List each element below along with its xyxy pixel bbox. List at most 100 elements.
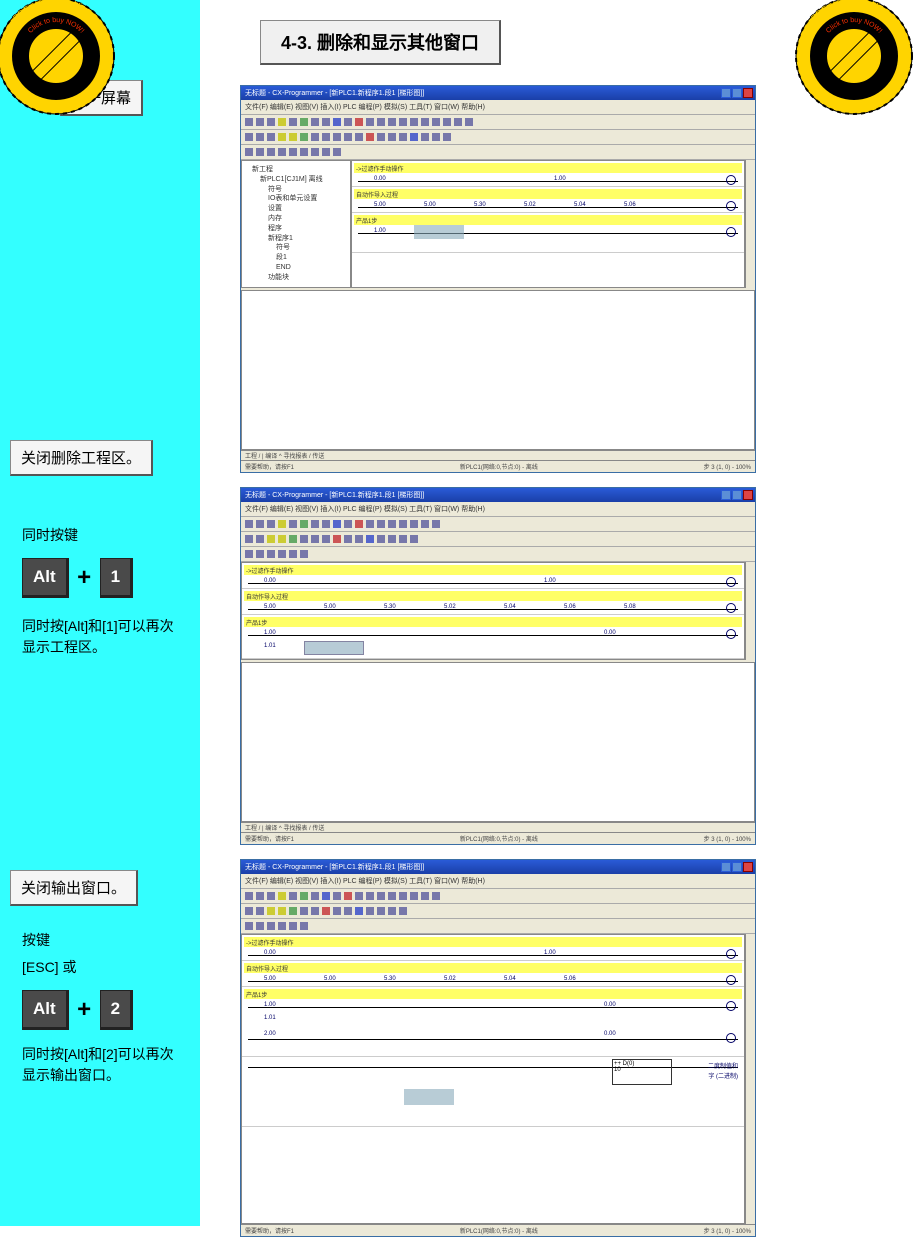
coil-icon xyxy=(726,1033,736,1043)
window-controls xyxy=(721,862,753,872)
selection xyxy=(404,1089,454,1105)
status-right: 步 3 (1, 0) - 100% xyxy=(704,1226,751,1235)
workarea: ->过滤作手动操作 0.00 1.00 自动作导入过程 5.00 5.00 5.… xyxy=(241,934,755,1224)
app-screenshot-3: 无标题 - CX-Programmer - [新PLC1.新程序1.段1 [梯形… xyxy=(240,859,756,1237)
statusbar: 需要帮助，请按F1 新PLC1(网络:0,节点:0) - 离线 步 3 (1, … xyxy=(241,832,755,844)
rung[interactable]: ->过滤作手动操作 0.00 1.00 xyxy=(242,563,744,589)
desc-1: 同时按[Alt]和[1]可以再次显示工程区。 xyxy=(22,616,182,658)
toolbar-2[interactable] xyxy=(241,532,755,547)
tree-item[interactable]: 段1 xyxy=(246,253,346,263)
tree-item[interactable]: 内存 xyxy=(246,214,346,224)
scrollbar-vertical[interactable] xyxy=(745,562,755,660)
main-content: 4-3. 删除和显示其他窗口 无标题 - CX-Programmer - [新P… xyxy=(200,0,920,1226)
statusbar: 需要帮助，请按F1 新PLC1(网络:0,节点:0) - 离线 步 3 (1, … xyxy=(241,460,755,472)
plus-icon-1: + xyxy=(77,564,91,591)
esc-line: [ESC] 或 xyxy=(22,957,182,978)
titlebar-text: 无标题 - CX-Programmer - [新PLC1.新程序1.段1 [梯形… xyxy=(243,862,424,872)
tree-func[interactable]: 功能块 xyxy=(246,273,346,283)
keys-intro-2: 按键 xyxy=(22,930,182,951)
output-pane[interactable] xyxy=(241,662,755,822)
scrollbar-vertical[interactable] xyxy=(745,160,755,288)
status-center: 新PLC1(网络:0,节点:0) - 离线 xyxy=(460,1226,538,1235)
toolbar-3[interactable] xyxy=(241,919,755,934)
titlebar: 无标题 - CX-Programmer - [新PLC1.新程序1.段1 [梯形… xyxy=(241,86,755,100)
rung[interactable]: ->过滤作手动操作 0.00 1.00 xyxy=(242,935,744,961)
key-2: 2 xyxy=(100,990,133,1030)
tree-root[interactable]: 新工程 xyxy=(246,165,346,175)
close-icon[interactable] xyxy=(743,490,753,500)
rung[interactable]: 产品1步 1.00 1.01 0.00 xyxy=(242,615,744,659)
toolbar-2[interactable] xyxy=(241,130,755,145)
coil-icon xyxy=(726,577,736,587)
maximize-icon[interactable] xyxy=(732,88,742,98)
rung[interactable]: 产品1步 1.00 1.01 0.00 2.00 0.00 xyxy=(242,987,744,1057)
status-left: 需要帮助，请按F1 xyxy=(245,462,294,471)
minimize-icon[interactable] xyxy=(721,88,731,98)
tree-item[interactable]: 设置 xyxy=(246,204,346,214)
pdf-watermark-stamp[interactable]: PDF-XChange Viewer www.docu-track.com Cl… xyxy=(794,0,914,116)
maximize-icon[interactable] xyxy=(732,490,742,500)
tab-strip[interactable]: 工程 / | 编译 ^ 寻找报表 / 传送 xyxy=(241,822,755,832)
rung[interactable]: 自动作导入过程 5.00 5.00 5.30 5.02 5.04 5.06 5.… xyxy=(242,589,744,615)
status-left: 需要帮助，请按F1 xyxy=(245,1226,294,1235)
tree-item[interactable]: 符号 xyxy=(246,185,346,195)
coil-icon xyxy=(726,975,736,985)
window-controls xyxy=(721,88,753,98)
menubar[interactable]: 文件(F) 编辑(E) 视图(V) 插入(I) PLC 编程(P) 模拟(S) … xyxy=(241,502,755,517)
toolbar-1[interactable] xyxy=(241,889,755,904)
status-right: 步 3 (1, 0) - 100% xyxy=(704,462,751,471)
tree-item[interactable]: IO表和单元设置 xyxy=(246,194,346,204)
workarea: ->过滤作手动操作 0.00 1.00 自动作导入过程 5.00 5.00 5.… xyxy=(241,562,755,660)
maximize-icon[interactable] xyxy=(732,862,742,872)
toolbar-2[interactable] xyxy=(241,904,755,919)
titlebar-text: 无标题 - CX-Programmer - [新PLC1.新程序1.段1 [梯形… xyxy=(243,490,424,500)
titlebar: 无标题 - CX-Programmer - [新PLC1.新程序1.段1 [梯形… xyxy=(241,860,755,874)
window-controls xyxy=(721,490,753,500)
status-right: 步 3 (1, 0) - 100% xyxy=(704,834,751,843)
minimize-icon[interactable] xyxy=(721,490,731,500)
sidebar: 下一屏幕 关闭删除工程区。 同时按键 Alt + 1 同时按[Alt]和[1]可… xyxy=(0,0,200,1226)
tree-item[interactable]: END xyxy=(246,263,346,273)
menubar[interactable]: 文件(F) 编辑(E) 视图(V) 插入(I) PLC 编程(P) 模拟(S) … xyxy=(241,874,755,889)
ladder-view[interactable]: ->过滤作手动操作 0.00 1.00 自动作导入过程 5.00 5.00 5.… xyxy=(241,562,745,660)
close-icon[interactable] xyxy=(743,862,753,872)
ladder-view[interactable]: ->过滤作手动操作 0.00 1.00 自动作导入过程 5.00 5.00 5.… xyxy=(241,934,745,1224)
output-pane[interactable] xyxy=(241,290,755,450)
tree-item[interactable]: 程序 xyxy=(246,224,346,234)
scrollbar-vertical[interactable] xyxy=(745,934,755,1224)
tab-strip[interactable]: 工程 / | 编译 ^ 寻找报表 / 传送 xyxy=(241,450,755,460)
key-alt-1: Alt xyxy=(22,558,69,598)
minimize-icon[interactable] xyxy=(721,862,731,872)
menubar[interactable]: 文件(F) 编辑(E) 视图(V) 插入(I) PLC 编程(P) 模拟(S) … xyxy=(241,100,755,115)
key-alt-2: Alt xyxy=(22,990,69,1030)
ladder-view[interactable]: ->过滤作手动操作 0.00 1.00 自动作导入过程 5.00 5.00 5.… xyxy=(351,160,745,288)
pdf-watermark-stamp[interactable]: PDF-XChange Viewer www.docu-track.com Cl… xyxy=(0,0,116,116)
key-1: 1 xyxy=(100,558,133,598)
rung[interactable]: ->过滤作手动操作 0.00 1.00 xyxy=(352,161,744,187)
titlebar-text: 无标题 - CX-Programmer - [新PLC1.新程序1.段1 [梯形… xyxy=(243,88,424,98)
toolbar-1[interactable] xyxy=(241,517,755,532)
keys-intro-1: 同时按键 xyxy=(22,525,182,546)
rung[interactable]: ++ D(0) 10 二度制值和 字 (二进制) xyxy=(242,1057,744,1127)
tree-item[interactable]: 符号 xyxy=(246,243,346,253)
toolbar-3[interactable] xyxy=(241,145,755,160)
app-screenshot-2: 无标题 - CX-Programmer - [新PLC1.新程序1.段1 [梯形… xyxy=(240,487,756,845)
project-tree[interactable]: 新工程 新PLC1[CJ1M] 离线 符号 IO表和单元设置 设置 内存 程序 … xyxy=(241,160,351,288)
instruction-box: ++ D(0) 10 xyxy=(612,1059,672,1085)
toolbar-3[interactable] xyxy=(241,547,755,562)
close-icon[interactable] xyxy=(743,88,753,98)
toolbar-1[interactable] xyxy=(241,115,755,130)
coil-icon xyxy=(726,949,736,959)
coil-icon xyxy=(726,175,736,185)
close-project-area-label: 关闭删除工程区。 xyxy=(10,440,153,476)
rung[interactable]: 产品1步 1.00 xyxy=(352,213,744,253)
desc-2: 同时按[Alt]和[2]可以再次显示输出窗口。 xyxy=(22,1044,182,1086)
tree-prog[interactable]: 新程序1 xyxy=(246,234,346,244)
section-title: 4-3. 删除和显示其他窗口 xyxy=(260,20,501,65)
coil-icon xyxy=(726,201,736,211)
status-center: 新PLC1(网络:0,节点:0) - 离线 xyxy=(460,462,538,471)
tree-plc[interactable]: 新PLC1[CJ1M] 离线 xyxy=(246,175,346,185)
rung[interactable]: 自动作导入过程 5.00 5.00 5.30 5.02 5.04 5.06 xyxy=(242,961,744,987)
rung[interactable]: 自动作导入过程 5.00 5.00 5.30 5.02 5.04 5.06 xyxy=(352,187,744,213)
close-output-window-label: 关闭输出窗口。 xyxy=(10,870,138,906)
